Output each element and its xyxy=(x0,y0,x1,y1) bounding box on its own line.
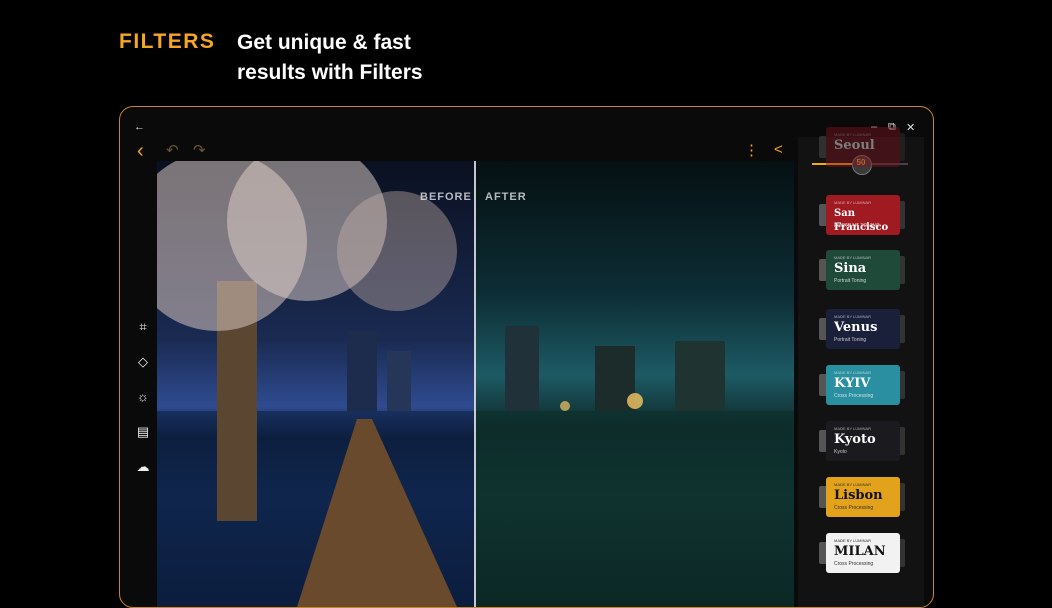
filter-name: Lisbon xyxy=(834,488,883,503)
window-back-icon[interactable]: ← xyxy=(134,121,145,133)
filter-subtitle: Cross Processing xyxy=(834,561,874,567)
filter-maker: MADE BY LUMINAR xyxy=(834,200,872,205)
share-icon[interactable]: < xyxy=(774,141,783,158)
filter-subtitle: Cross Processing xyxy=(834,393,874,399)
weather-icon[interactable]: ☁ xyxy=(132,459,154,494)
crop-icon[interactable]: ⌗ xyxy=(132,319,154,354)
after-scene xyxy=(475,326,794,607)
filters-panel: 50 MADE BY LUMINAR Seoul MADE BY LUMINAR Sa… xyxy=(798,127,924,607)
filter-name: Kyoto xyxy=(834,432,876,447)
filter-name: San Francisco xyxy=(834,208,889,233)
filters-tag: FILTERS xyxy=(119,30,216,53)
undo-icon[interactable]: ↶ xyxy=(166,141,179,159)
filter-name: Sina xyxy=(834,261,867,276)
before-scene xyxy=(157,161,475,607)
filter-maker: MADE BY LUMINAR xyxy=(834,255,872,260)
after-label: AFTER xyxy=(485,191,527,203)
photo-compare[interactable]: BEFORE AFTER xyxy=(157,161,794,607)
before-image xyxy=(157,161,475,607)
filter-maker: MADE BY LUMINAR xyxy=(834,314,872,319)
filter-subtitle: Portrait Toning xyxy=(834,278,867,284)
filter-card-kyoto[interactable]: MADE BY LUMINAR Kyoto Kyoto xyxy=(819,421,905,461)
redo-icon[interactable]: ↷ xyxy=(193,141,206,159)
compare-divider[interactable] xyxy=(474,161,476,607)
headline: Get unique & fast results with Filters xyxy=(237,31,423,84)
filter-subtitle: Kyoto xyxy=(834,449,847,455)
after-image xyxy=(475,161,794,607)
filter-maker: MADE BY LUMINAR xyxy=(834,132,872,137)
filter-name: Venus xyxy=(834,320,878,335)
filter-card-seoul[interactable]: MADE BY LUMINAR Seoul xyxy=(819,127,905,167)
filters-icon[interactable]: ▤ xyxy=(132,424,154,459)
filter-card-kyiv[interactable]: MADE BY LUMINAR KYIV Cross Processing xyxy=(819,365,905,405)
filter-name: Seoul xyxy=(834,138,875,153)
filter-name: MILAN xyxy=(834,544,886,559)
filter-subtitle: Portrait Toning xyxy=(834,337,867,343)
tool-sidebar: ⌗ ◇ ☼ ▤ ☁ xyxy=(132,319,154,494)
back-icon[interactable]: ‹ xyxy=(137,140,144,163)
filter-maker: MADE BY LUMINAR xyxy=(834,370,872,375)
filter-subtitle: Cross Processing xyxy=(834,505,874,511)
filter-subtitle: PORTRAIT TONING xyxy=(834,223,880,229)
eraser-icon[interactable]: ◇ xyxy=(132,354,154,389)
filter-name: KYIV xyxy=(834,376,871,391)
filter-maker: MADE BY LUMINAR xyxy=(834,426,872,431)
more-icon[interactable]: ⋮ xyxy=(744,141,759,159)
filter-maker: MADE BY LUMINAR xyxy=(834,482,872,487)
filter-maker: MADE BY LUMINAR xyxy=(834,538,872,543)
filter-card-lisbon[interactable]: MADE BY LUMINAR Lisbon Cross Processing xyxy=(819,477,905,517)
filter-card-sina[interactable]: MADE BY LUMINAR Sina Portrait Toning xyxy=(819,250,905,290)
filter-card-venus[interactable]: MADE BY LUMINAR Venus Portrait Toning xyxy=(819,309,905,349)
brightness-icon[interactable]: ☼ xyxy=(132,389,154,424)
close-icon[interactable]: ✕ xyxy=(906,121,915,134)
app-window: ← – ⧉ ✕ ‹ ↶ ↷ ⋮ < ⌗ ◇ ☼ ▤ ☁ BEFORE AFTER… xyxy=(119,106,934,608)
before-label: BEFORE xyxy=(420,191,472,203)
filter-card-san-francisco[interactable]: MADE BY LUMINAR San Francisco PORTRAIT TON… xyxy=(819,195,905,235)
filter-card-milan[interactable]: MADE BY LUMINAR MILAN Cross Processing xyxy=(819,533,905,573)
